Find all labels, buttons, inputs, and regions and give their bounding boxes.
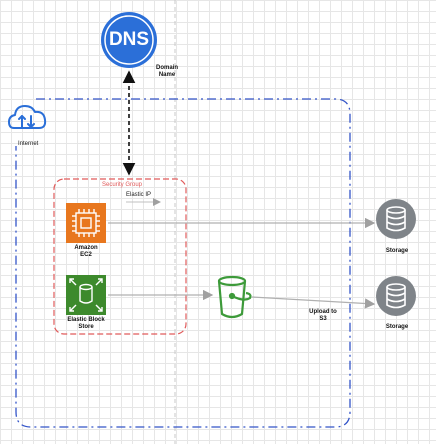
ec2-label: Amazon EC2 — [60, 245, 112, 259]
database-icon[interactable] — [376, 276, 416, 316]
upload-label-line-2: S3 — [319, 316, 327, 322]
diagram-svg — [8, 0, 416, 444]
storage-top-label: Storage — [385, 248, 409, 254]
upload-to-s3-label: Upload to S3 — [306, 309, 340, 323]
elastic-ip-label: Elastic IP — [126, 192, 152, 198]
s3-bucket-icon[interactable] — [217, 275, 252, 319]
domain-name-line-1: Domain — [155, 65, 178, 71]
cloud-upload-download-icon[interactable] — [8, 105, 47, 129]
ebs-label-line-1: Elastic Block — [67, 317, 105, 323]
internet-label: Internet — [18, 141, 39, 147]
s3-to-storage-arrow — [251, 296, 376, 309]
diagram-canvas: DNS Domain Name Internet Security Group … — [0, 0, 436, 444]
ec2-label-line-1: Amazon — [74, 245, 98, 251]
upload-label-line-1: Upload to — [309, 309, 337, 315]
storage-bottom-label: Storage — [385, 324, 409, 330]
ebs-label: Elastic Block Store — [54, 317, 118, 331]
ebs-label-line-2: Store — [78, 324, 94, 330]
security-group-label: Security Group — [101, 182, 143, 188]
ebs-cylinder-icon[interactable] — [66, 275, 106, 315]
ec2-label-line-2: EC2 — [80, 252, 92, 258]
domain-name-line-2: Name — [158, 72, 176, 78]
ec2-chip-icon[interactable] — [66, 203, 106, 243]
domain-name-label: Domain Name — [150, 65, 184, 79]
dns-label: DNS — [108, 29, 150, 50]
database-icon[interactable] — [376, 199, 416, 239]
vpc-boundary — [15, 98, 351, 428]
